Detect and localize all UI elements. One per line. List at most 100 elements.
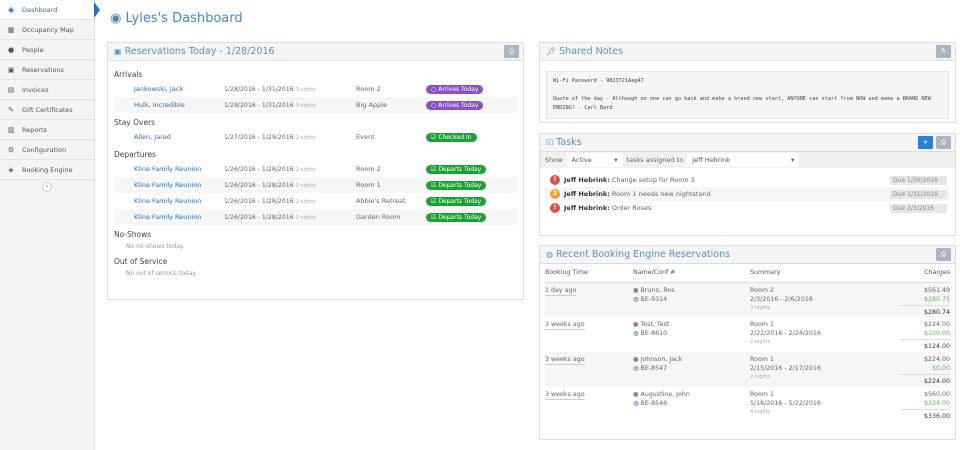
sidebar-item-configuration[interactable]: ⚙ Configuration (0, 140, 94, 160)
print-button[interactable]: ⎙ (504, 45, 519, 58)
sidebar-item-people[interactable]: ● People (0, 40, 94, 60)
status-badge[interactable]: ☑ Departs Today (426, 196, 487, 206)
date-range: 1/26/2016 - 1/28/2016 (224, 197, 294, 205)
dashboard-icon: ◉ (7, 5, 15, 14)
user-icon: ● (633, 286, 639, 294)
task-item[interactable]: ! Jeff Hebrink: Order Roses Due 2/3/2016 (546, 201, 949, 215)
reservation-row: Jankowski, Jack 1/28/2016 - 1/31/2016 3 … (114, 81, 517, 97)
status-badge[interactable]: ☑ Checked In (426, 132, 477, 142)
status-select[interactable]: Active ▾ (566, 153, 623, 167)
guest-link[interactable]: Jankowski, Jack (114, 85, 224, 93)
panel-title: Tasks (556, 137, 582, 148)
stay-dates: 1/28/2016 - 1/31/2016 3 nights (224, 86, 356, 93)
booking-time: 3 weeks ago (545, 321, 585, 330)
user-icon: ● (7, 45, 15, 54)
panel-header: 📌︎ Shared Notes ✎ (540, 43, 955, 61)
guest-name[interactable]: ● Bruno, Ros (633, 286, 750, 295)
status-badge[interactable]: ○ Arrives Today (426, 84, 484, 94)
collapse-icon[interactable]: « (42, 182, 52, 192)
charge-paid: $224.00 (923, 400, 950, 407)
charge-paid: $100.00 (923, 330, 950, 337)
briefcase-icon: ▣ (114, 47, 122, 56)
sidebar-item-invoices[interactable]: ▤ Invoices (0, 80, 94, 100)
stay-dates: 1/26/2016 - 1/28/2016 2 nights (224, 214, 356, 221)
assignee-select[interactable]: Jeff Hebrink ▾ (687, 153, 800, 167)
task-item[interactable]: 2 Jeff Hebrink: Room 1 needs new nightstan… (546, 187, 949, 201)
nights: 2 nights (750, 374, 771, 380)
guest-name[interactable]: ● Augustine, John (633, 390, 750, 399)
section-heading: Stay Overs (114, 118, 156, 127)
show-label: Show (545, 156, 563, 164)
guest-link[interactable]: Kline Family Reunion (114, 213, 224, 221)
status-badge[interactable]: ○ Arrives Today (426, 100, 484, 110)
sidebar-item-booking-engine[interactable]: ◈ Booking Engine (0, 160, 94, 180)
task-item[interactable]: ! Jeff Hebrink: Change setup for Room 3 Due… (546, 173, 949, 187)
guest-link[interactable]: Kline Family Reunion (114, 181, 224, 189)
room: Event (356, 133, 375, 141)
status-badge[interactable]: ☑ Departs Today (426, 180, 487, 190)
guest-name[interactable]: ● Johnson, Jack (633, 355, 750, 364)
charge-total: $224.00 (923, 321, 950, 328)
sidebar-item-occupancy-map[interactable]: ▦ Occupancy Map (0, 20, 94, 40)
section-heading: Out of Service (114, 257, 168, 266)
status-badge[interactable]: ☑ Departs Today (426, 212, 487, 222)
booking-table: Booking Time Name/Conf # Summary Charges… (545, 264, 950, 422)
guest-link[interactable]: Hulk, Incredible (114, 101, 224, 109)
user-icon: ● (633, 356, 639, 363)
sidebar-item-reports[interactable]: ▥ Reports (0, 120, 94, 140)
guest-link[interactable]: Kline Family Reunion (114, 197, 224, 205)
conf-link[interactable]: ◍ BE-8610 (633, 329, 750, 338)
priority-icon: ! (550, 175, 560, 185)
date-range: 1/27/2016 - 1/29/2016 (224, 133, 294, 141)
conf-link[interactable]: ◍ BE-8546 (633, 399, 750, 408)
collapse-sidebar-button[interactable]: « (0, 180, 94, 194)
panel-header: ◍ Recent Booking Engine Reservations ⎙ (540, 246, 955, 264)
guest-name-text: Johnson, Jack (640, 356, 683, 363)
sidebar-item-reservations[interactable]: ▣ Reservations (0, 60, 94, 80)
caret-down-icon: ▾ (614, 156, 618, 164)
print-button[interactable]: ⎙ (936, 248, 951, 261)
notes-content[interactable]: Wi-Fi Password - 9823721Aag47 Quote of th… (546, 71, 949, 119)
charge-total: $224.00 (923, 356, 950, 363)
recent-booking-panel: ◍ Recent Booking Engine Reservations ⎙ Boo… (539, 245, 956, 440)
dashboard-icon: ◉ (110, 11, 126, 26)
guest-name[interactable]: ● Test, Test (633, 320, 750, 329)
notes-line: Quote of the day - Although no one can g… (553, 96, 931, 111)
conf-link[interactable]: ◍ BE-8547 (633, 364, 750, 373)
conf-link[interactable]: ◍ BE-9314 (633, 295, 750, 304)
stay-dates: 1/26/2016 - 1/28/2016 2 nights (224, 198, 356, 205)
sidebar-item-label: People (22, 45, 44, 54)
user-icon: ● (633, 391, 639, 398)
globe-icon: ◍ (546, 250, 553, 259)
empty-message: No out of service today. (126, 270, 198, 277)
nights: 2 nights (295, 214, 316, 221)
sidebar-item-gift-certificates[interactable]: ✎ Gift Certificates (0, 100, 94, 120)
charge-balance: $280.74 (900, 304, 950, 317)
priority-icon: ! (550, 203, 560, 213)
print-button[interactable]: ⎙ (936, 136, 951, 149)
page-title: ◉ Lyles's Dashboard (110, 11, 243, 26)
guest-link[interactable]: Allen, Jared (114, 133, 224, 141)
priority-icon: 2 (550, 189, 560, 199)
status-icon: ☑ (431, 197, 437, 205)
status-text: Departs Today (438, 213, 482, 221)
sidebar-item-dashboard[interactable]: ◉ Dashboard (0, 0, 94, 20)
status-badge[interactable]: ☑ Departs Today (426, 164, 487, 174)
room: Abbie's Retreat (356, 197, 406, 205)
reservation-row: Kline Family Reunion 1/26/2016 - 1/28/20… (114, 209, 517, 225)
add-task-button[interactable]: + (918, 136, 933, 149)
room: Room 2 (356, 85, 381, 93)
task-text: Room 1 needs new nightstand (611, 190, 711, 198)
col-booking-time: Booking Time (545, 264, 633, 283)
sidebar: ◉ Dashboard ▦ Occupancy Map ● People ▣ Reservat… (0, 0, 95, 450)
guest-name-text: Test, Test (640, 321, 670, 328)
status-text: Departs Today (438, 197, 482, 205)
pin-icon: 📌︎ (546, 47, 557, 56)
edit-notes-button[interactable]: ✎ (936, 45, 951, 58)
panel-header: ☑ Tasks + ⎙ (540, 134, 955, 152)
date-range: 1/28/2016 - 1/31/2016 (224, 101, 294, 109)
room: Room 2 (750, 286, 774, 294)
guest-link[interactable]: Kline Family Reunion (114, 165, 224, 173)
assigned-label: tasks assigned to (626, 156, 684, 164)
conf-number: BE-9314 (640, 295, 668, 303)
